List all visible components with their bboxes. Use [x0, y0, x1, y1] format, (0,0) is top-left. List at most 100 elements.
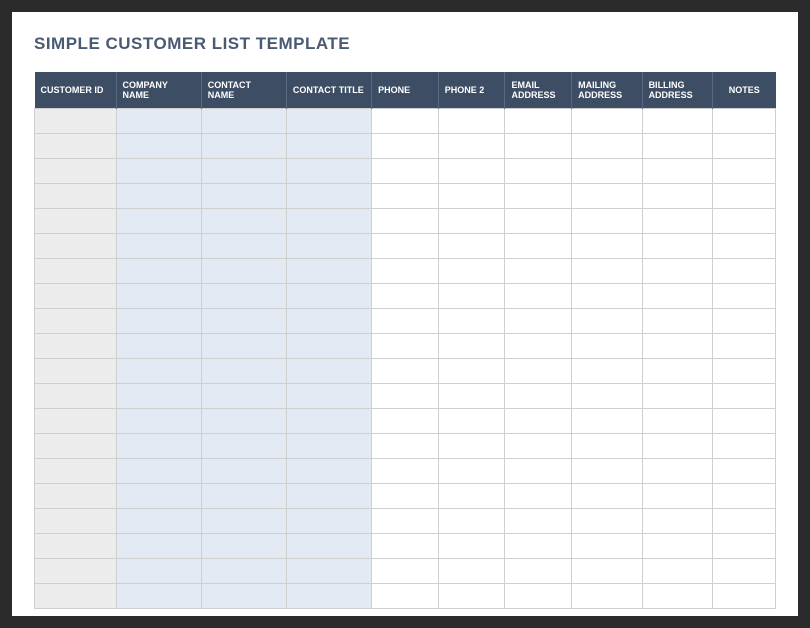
table-cell[interactable] — [116, 509, 201, 534]
table-cell[interactable] — [438, 534, 505, 559]
table-cell[interactable] — [712, 484, 775, 509]
table-cell[interactable] — [438, 559, 505, 584]
table-cell[interactable] — [712, 259, 775, 284]
table-cell[interactable] — [35, 559, 117, 584]
table-cell[interactable] — [116, 434, 201, 459]
table-cell[interactable] — [438, 459, 505, 484]
table-cell[interactable] — [572, 409, 642, 434]
table-cell[interactable] — [642, 559, 712, 584]
table-cell[interactable] — [201, 359, 286, 384]
table-cell[interactable] — [572, 384, 642, 409]
table-cell[interactable] — [35, 184, 117, 209]
table-cell[interactable] — [642, 584, 712, 609]
table-cell[interactable] — [35, 259, 117, 284]
table-cell[interactable] — [116, 159, 201, 184]
table-cell[interactable] — [712, 459, 775, 484]
table-cell[interactable] — [712, 309, 775, 334]
table-cell[interactable] — [642, 534, 712, 559]
table-cell[interactable] — [286, 134, 371, 159]
table-cell[interactable] — [572, 184, 642, 209]
table-cell[interactable] — [116, 359, 201, 384]
table-cell[interactable] — [286, 409, 371, 434]
table-cell[interactable] — [505, 584, 572, 609]
table-cell[interactable] — [505, 209, 572, 234]
table-cell[interactable] — [201, 109, 286, 134]
table-cell[interactable] — [372, 409, 439, 434]
table-cell[interactable] — [35, 234, 117, 259]
table-cell[interactable] — [438, 334, 505, 359]
table-cell[interactable] — [35, 384, 117, 409]
table-cell[interactable] — [438, 509, 505, 534]
table-cell[interactable] — [572, 284, 642, 309]
table-cell[interactable] — [712, 234, 775, 259]
table-cell[interactable] — [116, 284, 201, 309]
table-cell[interactable] — [712, 159, 775, 184]
table-cell[interactable] — [712, 134, 775, 159]
table-cell[interactable] — [712, 184, 775, 209]
table-cell[interactable] — [505, 459, 572, 484]
table-cell[interactable] — [372, 134, 439, 159]
table-cell[interactable] — [201, 334, 286, 359]
table-cell[interactable] — [642, 459, 712, 484]
table-cell[interactable] — [201, 384, 286, 409]
table-cell[interactable] — [286, 534, 371, 559]
table-cell[interactable] — [438, 384, 505, 409]
table-cell[interactable] — [505, 259, 572, 284]
table-cell[interactable] — [116, 259, 201, 284]
table-cell[interactable] — [116, 209, 201, 234]
table-cell[interactable] — [286, 434, 371, 459]
table-cell[interactable] — [572, 259, 642, 284]
table-cell[interactable] — [201, 534, 286, 559]
table-cell[interactable] — [116, 409, 201, 434]
table-cell[interactable] — [116, 584, 201, 609]
table-cell[interactable] — [286, 184, 371, 209]
table-cell[interactable] — [116, 534, 201, 559]
table-cell[interactable] — [505, 434, 572, 459]
table-cell[interactable] — [572, 234, 642, 259]
table-cell[interactable] — [201, 309, 286, 334]
table-cell[interactable] — [505, 409, 572, 434]
table-cell[interactable] — [201, 184, 286, 209]
table-cell[interactable] — [286, 359, 371, 384]
table-cell[interactable] — [438, 284, 505, 309]
table-cell[interactable] — [712, 559, 775, 584]
table-cell[interactable] — [505, 109, 572, 134]
table-cell[interactable] — [201, 584, 286, 609]
table-cell[interactable] — [372, 534, 439, 559]
table-cell[interactable] — [201, 559, 286, 584]
table-cell[interactable] — [116, 134, 201, 159]
table-cell[interactable] — [438, 184, 505, 209]
table-cell[interactable] — [712, 209, 775, 234]
table-cell[interactable] — [372, 234, 439, 259]
table-cell[interactable] — [572, 559, 642, 584]
table-cell[interactable] — [116, 484, 201, 509]
table-cell[interactable] — [201, 484, 286, 509]
table-cell[interactable] — [642, 159, 712, 184]
table-cell[interactable] — [35, 584, 117, 609]
table-cell[interactable] — [438, 109, 505, 134]
table-cell[interactable] — [572, 209, 642, 234]
table-cell[interactable] — [35, 534, 117, 559]
table-cell[interactable] — [712, 584, 775, 609]
table-cell[interactable] — [712, 109, 775, 134]
table-cell[interactable] — [505, 284, 572, 309]
table-cell[interactable] — [642, 234, 712, 259]
table-cell[interactable] — [712, 284, 775, 309]
table-cell[interactable] — [286, 109, 371, 134]
table-cell[interactable] — [572, 159, 642, 184]
table-cell[interactable] — [505, 334, 572, 359]
table-cell[interactable] — [372, 109, 439, 134]
table-cell[interactable] — [505, 559, 572, 584]
table-cell[interactable] — [201, 409, 286, 434]
table-cell[interactable] — [642, 509, 712, 534]
table-cell[interactable] — [201, 159, 286, 184]
table-cell[interactable] — [505, 359, 572, 384]
table-cell[interactable] — [286, 159, 371, 184]
table-cell[interactable] — [572, 309, 642, 334]
table-cell[interactable] — [201, 434, 286, 459]
table-cell[interactable] — [642, 434, 712, 459]
table-cell[interactable] — [201, 234, 286, 259]
table-cell[interactable] — [286, 584, 371, 609]
table-cell[interactable] — [201, 459, 286, 484]
table-cell[interactable] — [505, 134, 572, 159]
